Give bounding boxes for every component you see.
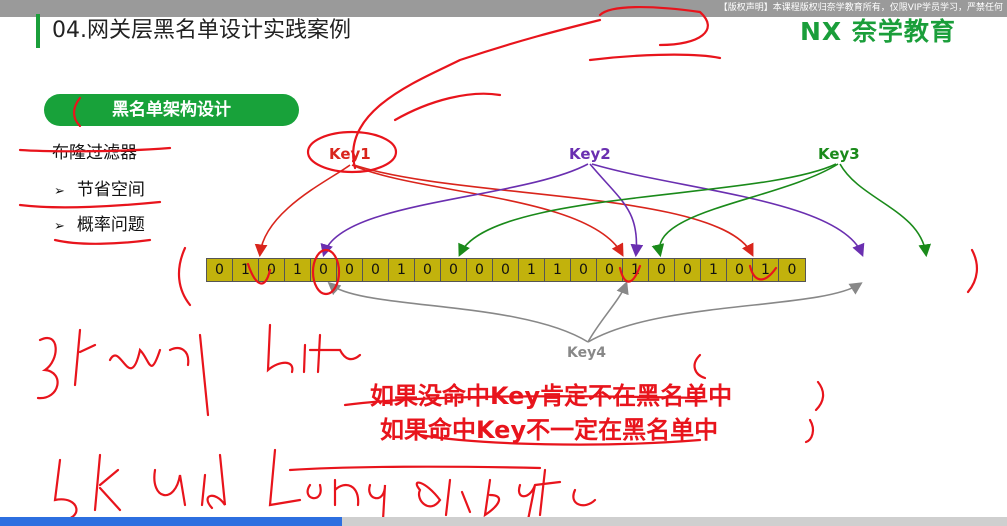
video-progress-fill <box>0 517 343 526</box>
handwritten-annotations <box>18 5 978 522</box>
video-progress-bar[interactable] <box>0 517 1007 526</box>
key2-arrow <box>591 163 865 257</box>
diagram-arrows <box>18 5 978 522</box>
key3-arrow <box>651 163 839 258</box>
key2-arrow <box>589 163 644 258</box>
key2-arrow <box>320 163 589 258</box>
key1-arrow <box>353 164 754 257</box>
key1-arrow <box>254 164 351 258</box>
key1-arrow <box>351 164 624 257</box>
key4-arrow <box>587 282 863 343</box>
key4-arrow <box>327 281 589 343</box>
